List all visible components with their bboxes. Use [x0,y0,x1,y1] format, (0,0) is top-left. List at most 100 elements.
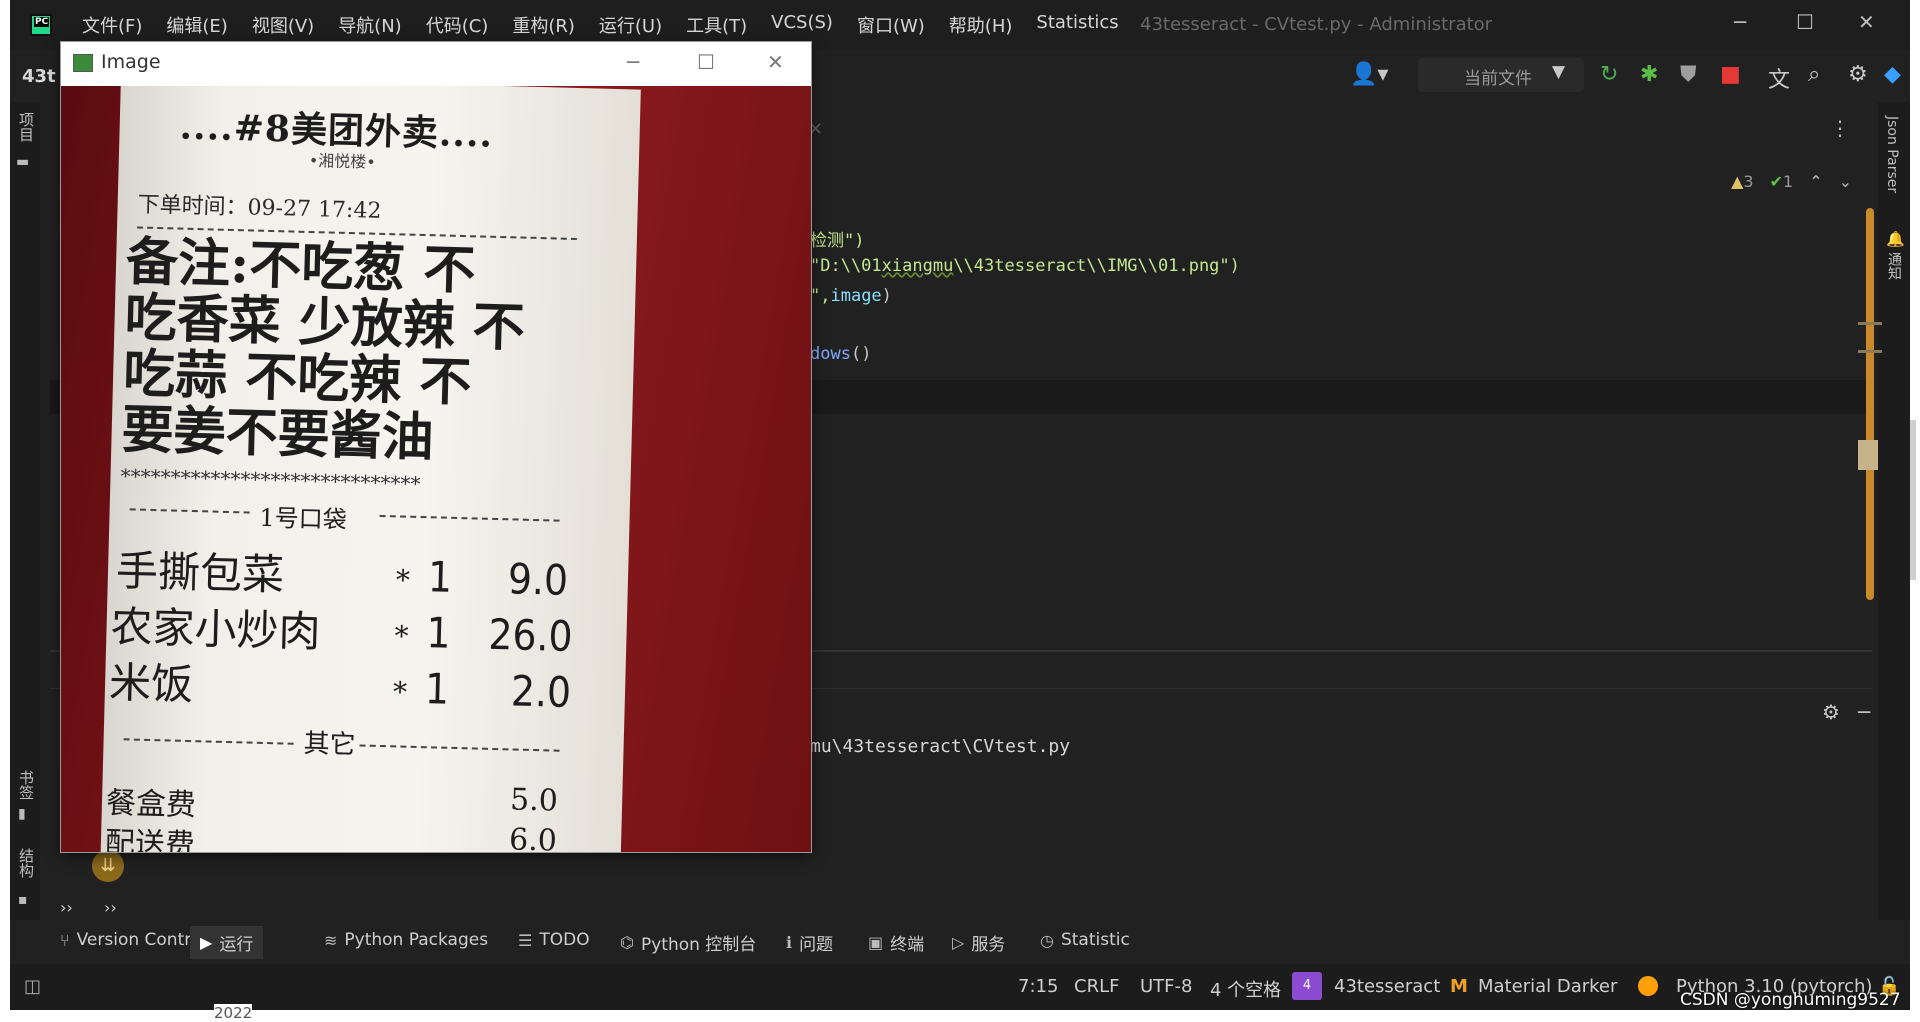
notifications-tool-tab[interactable]: 通知 [1884,252,1904,280]
image-window[interactable]: Image ─ ☐ ✕ ....#8美团外卖.... •湘悦楼• 下单时间：09… [61,42,811,852]
tab-todo[interactable]: ☰ TODO [518,930,590,950]
chevron-down-icon: ▼ [1552,62,1566,82]
code-line-3: ",image) [810,286,892,306]
list-icon: ☰ [518,930,533,950]
receipt-fee-price: 5.0 [509,782,559,819]
scroll-thumb[interactable] [1858,440,1878,470]
tab-run[interactable]: ▶ 运行 [190,926,264,959]
tab-version-control[interactable]: ⑂ Version Control [60,930,206,950]
indent-setting[interactable]: 4 个空格 [1210,976,1281,1002]
project-name[interactable]: 43tesseract [1334,976,1440,997]
receipt-fee-name: 配送费 [104,825,196,852]
image-window-titlebar[interactable]: Image ─ ☐ ✕ [61,42,811,86]
menu-edit[interactable]: 编辑(E) [166,12,227,38]
bookmarks-tool-tab[interactable]: 书签 [16,770,37,800]
debug-icon[interactable]: ✱ [1640,62,1658,87]
receipt-bag: 1号口袋 [259,503,348,535]
menu-refactor[interactable]: 重构(R) [512,12,575,38]
theme-name[interactable]: Material Darker [1478,976,1617,997]
ide-window: PC 文件(F) 编辑(E) 视图(V) 导航(N) 代码(C) 重构(R) 运… [10,0,1910,1010]
tab-python-packages[interactable]: ≋ Python Packages [324,930,488,950]
run-config-select[interactable]: 当前文件 ▼ [1418,58,1584,92]
menu-file[interactable]: 文件(F) [82,12,142,38]
receipt-item-name: 农家小炒肉 [109,601,322,657]
caret-position[interactable]: 7:15 [1018,976,1058,997]
close-icon[interactable]: ✕ [1858,10,1875,34]
csdn-watermark: CSDN @yonghuming9527 [1680,990,1901,1010]
project-tool-tab[interactable]: 项目 [16,112,37,142]
chevron-down-icon[interactable]: ⌄ [1839,172,1852,191]
editor-scrollbar[interactable] [1866,208,1874,600]
image-minimize-icon[interactable]: ─ [627,50,639,74]
maximize-icon[interactable]: ☐ [1796,10,1814,34]
code-line-4: dows() [810,344,872,364]
image-maximize-icon[interactable]: ☐ [697,50,715,74]
scroll-to-end-icon[interactable]: ⇊ [92,850,124,882]
user-icon[interactable]: 👤▾ [1350,62,1388,87]
menu-navigate[interactable]: 导航(N) [338,12,402,38]
check-icon: ✔1 [1769,172,1794,191]
more-icon[interactable]: ⋮ [1830,116,1850,140]
receipt-photo: ....#8美团外卖.... •湘悦楼• 下单时间：09-27 17:42 备注… [61,86,811,852]
tab-services[interactable]: ▷ 服务 [952,930,1005,955]
menu-run[interactable]: 运行(U) [599,12,662,38]
image-window-icon [73,54,93,72]
menu-statistics[interactable]: Statistics [1036,12,1118,38]
line-separator[interactable]: CRLF [1074,976,1119,997]
search-icon[interactable]: ⌕ [1808,62,1820,87]
menu-code[interactable]: 代码(C) [426,12,489,38]
receipt-item-name: 米饭 [108,657,194,710]
tab-terminal[interactable]: ▣ 终端 [868,930,924,955]
coverage-icon[interactable]: ⛊ [1680,62,1697,87]
project-name-short[interactable]: 43t [22,66,56,87]
clock-icon: ◷ [1040,930,1054,950]
tab-python-console[interactable]: ⌬ Python 控制台 [620,930,756,955]
material-theme-icon: M [1450,976,1468,997]
folder-icon: ▬ [16,154,30,170]
receipt-item-price: 2.0 [510,666,572,717]
receipt-item-qty: 1 [425,608,452,658]
info-icon: ℹ [786,933,793,952]
bottom-tool-tabs: ⑂ Version Control ▶ 运行 ≋ Python Packages ☰ T… [10,920,1910,964]
warning-icon: ▲3 [1731,172,1754,191]
tab-problems[interactable]: ℹ 问题 [786,930,833,955]
tab-statistic[interactable]: ◷ Statistic [1040,930,1130,950]
minimize-icon[interactable]: ─ [1734,10,1746,34]
layout-icon[interactable]: ◫ [24,976,41,997]
inspection-widget[interactable]: ▲3 ✔1 ⌃ ⌄ [1731,172,1852,191]
receipt-item-name: 手撕包菜 [115,546,285,600]
project-badge: 4 [1292,972,1322,1000]
gear-icon[interactable]: ⚙ [1822,700,1840,724]
plugin-logo-icon[interactable]: ◆ [1884,62,1901,87]
image-window-title: Image [101,51,161,73]
receipt-item-star: * [392,675,408,709]
hide-panel-icon[interactable]: ─ [1858,700,1870,724]
image-close-icon[interactable]: ✕ [767,50,784,74]
menu-window[interactable]: 窗口(W) [857,12,925,38]
file-encoding[interactable]: UTF-8 [1140,976,1192,997]
translate-icon[interactable]: 文 [1768,62,1790,94]
python-icon: ⌬ [620,933,634,952]
menu-view[interactable]: 视图(V) [252,12,314,38]
page-scrollbar[interactable] [1910,420,1916,580]
menu-tools[interactable]: 工具(T) [686,12,747,38]
window-title: 43tesseract - CVtest.py - Administrator [1140,14,1493,35]
layers-icon: ≋ [324,930,338,950]
rerun-icon[interactable]: ↻ [1600,62,1618,87]
settings-icon[interactable]: ⚙ [1848,62,1868,87]
receipt-order-time: 下单时间：09-27 17:42 [137,192,382,224]
receipt-divider [359,744,560,752]
chevron-up-icon[interactable]: ⌃ [1809,172,1822,191]
run-config-label: 当前文件 [1464,69,1532,89]
branch-icon: ⑂ [60,930,70,950]
code-line-1: 检测") [810,231,865,251]
expand-right-icon[interactable]: ›› [104,898,117,917]
menu-help[interactable]: 帮助(H) [949,12,1013,38]
expand-left-icon[interactable]: ›› [60,898,73,917]
structure-tool-tab[interactable]: 结构 [16,848,37,878]
menu-vcs[interactable]: VCS(S) [771,12,833,38]
json-parser-tool-tab[interactable]: Json Parser [1884,116,1900,193]
services-icon: ▷ [952,933,965,952]
stop-icon[interactable]: ■ [1720,62,1741,87]
left-tool-strip: 项目 ▬ 书签 ▮ 结构 ▪ [10,102,40,982]
